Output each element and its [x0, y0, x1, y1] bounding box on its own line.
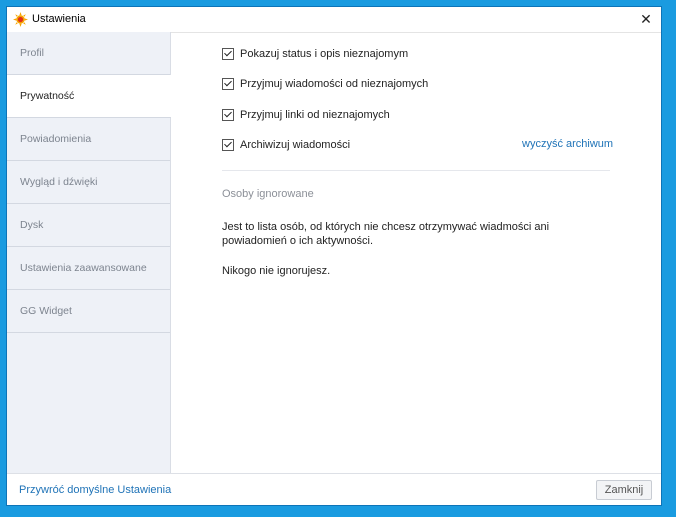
sidebar-item-label: Profil — [20, 47, 44, 59]
option-show-status[interactable]: Pokazuj status i opis nieznajomym — [222, 47, 408, 61]
section-divider — [222, 170, 610, 171]
sidebar-item-label: GG Widget — [20, 305, 72, 317]
sidebar-item-gg-widget[interactable]: GG Widget — [7, 290, 170, 333]
settings-sidebar: Profil Prywatność Powiadomienia Wygląd i… — [7, 32, 171, 473]
title-bar: Ustawienia ✕ — [7, 7, 661, 33]
close-icon: ✕ — [640, 11, 652, 27]
checkbox-checked-icon[interactable] — [222, 78, 234, 90]
sidebar-item-prywatnosc[interactable]: Prywatność — [7, 75, 171, 118]
gg-sun-logo-icon — [13, 12, 28, 27]
dialog-footer: Przywróć domyślne Ustawienia Zamknij — [7, 473, 661, 505]
option-label: Przyjmuj wiadomości od nieznajomych — [240, 78, 429, 90]
clear-archive-link[interactable]: wyczyść archiwum — [522, 138, 613, 150]
sidebar-item-label: Prywatność — [20, 90, 75, 102]
option-label: Archiwizuj wiadomości — [240, 139, 351, 151]
settings-window: Ustawienia ✕ Profil Prywatność Powiadomi… — [6, 6, 662, 506]
option-accept-links[interactable]: Przyjmuj linki od nieznajomych — [222, 108, 390, 122]
sidebar-item-label: Dysk — [20, 219, 44, 231]
sidebar-item-zaawansowane[interactable]: Ustawienia zaawansowane — [7, 247, 170, 290]
sidebar-item-label: Wygląd i dźwięki — [20, 176, 98, 188]
sidebar-item-label: Ustawienia zaawansowane — [20, 262, 147, 274]
checkbox-checked-icon[interactable] — [222, 48, 234, 60]
option-accept-messages[interactable]: Przyjmuj wiadomości od nieznajomych — [222, 77, 428, 91]
option-label: Przyjmuj linki od nieznajomych — [240, 109, 390, 121]
checkbox-checked-icon[interactable] — [222, 109, 234, 121]
privacy-panel: Pokazuj status i opis nieznajomym Przyjm… — [171, 32, 661, 473]
window-title: Ustawienia — [32, 13, 86, 25]
sidebar-item-wyglad[interactable]: Wygląd i dźwięki — [7, 161, 170, 204]
sidebar-item-profil[interactable]: Profil — [7, 32, 170, 75]
ignored-section-title: Osoby ignorowane — [222, 188, 314, 200]
checkbox-checked-icon[interactable] — [222, 139, 234, 151]
sidebar-item-powiadomienia[interactable]: Powiadomienia — [7, 118, 170, 161]
close-button[interactable]: Zamknij — [596, 480, 652, 500]
option-label: Pokazuj status i opis nieznajomym — [240, 48, 409, 60]
window-close-button[interactable]: ✕ — [631, 7, 661, 32]
restore-defaults-link[interactable]: Przywróć domyślne Ustawienia — [19, 484, 171, 496]
ignored-empty-text: Nikogo nie ignorujesz. — [222, 265, 331, 277]
sidebar-item-label: Powiadomienia — [20, 133, 92, 145]
option-archive-messages[interactable]: Archiwizuj wiadomości — [222, 138, 350, 152]
ignored-description: Jest to lista osób, od których nie chces… — [222, 221, 550, 247]
sidebar-item-dysk[interactable]: Dysk — [7, 204, 170, 247]
